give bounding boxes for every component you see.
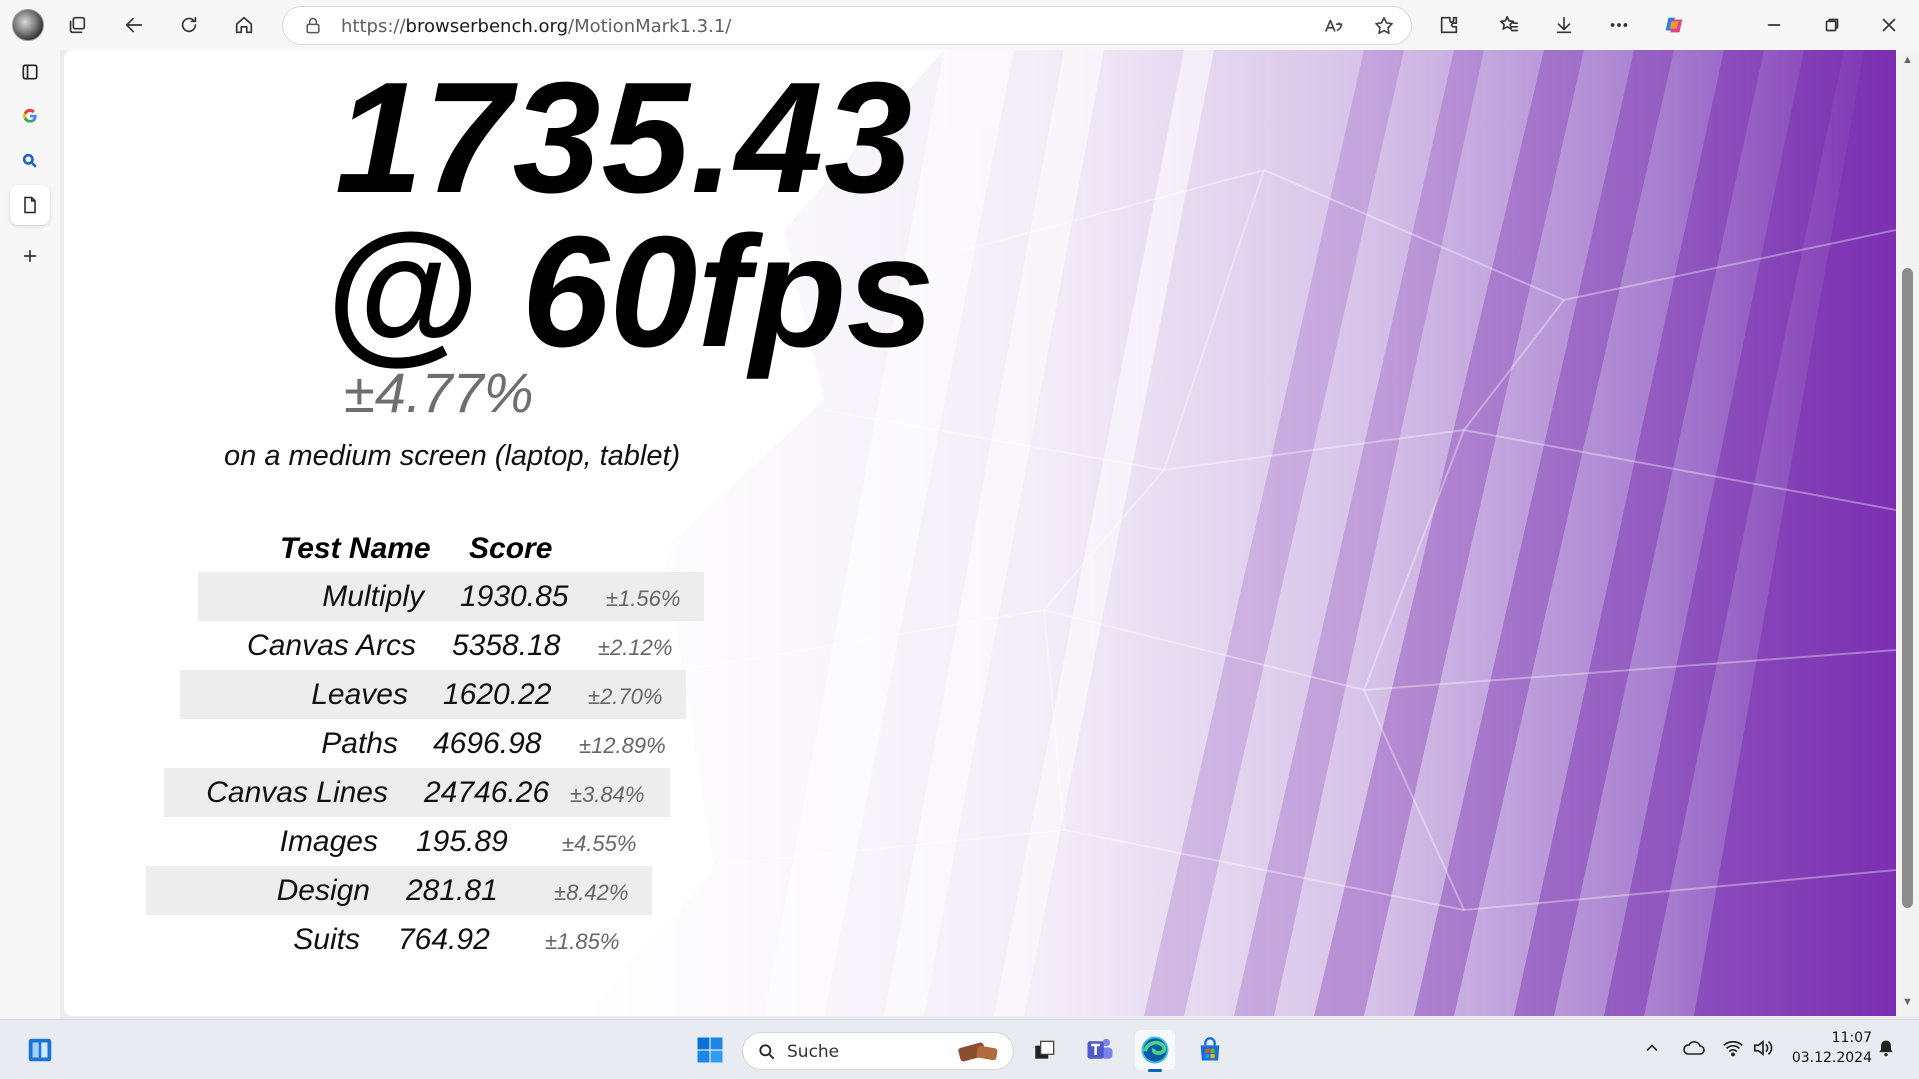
active-app-indicator bbox=[1148, 1069, 1162, 1072]
add-icon[interactable] bbox=[10, 236, 50, 276]
fps-label: @ 60fps bbox=[323, 204, 935, 380]
test-name: Suits bbox=[293, 923, 360, 956]
search-placeholder: Suche bbox=[787, 1042, 840, 1062]
home-icon[interactable] bbox=[225, 6, 263, 44]
clock-date: 03.12.2024 bbox=[1791, 1050, 1872, 1066]
search-highlight-icon bbox=[958, 1042, 998, 1062]
teams-icon[interactable] bbox=[1080, 1030, 1120, 1070]
back-icon[interactable] bbox=[115, 6, 153, 44]
test-score: 5358.18 bbox=[452, 629, 561, 662]
scroll-up-arrow-icon[interactable]: ▲ bbox=[1901, 54, 1914, 67]
address-bar[interactable]: https://browserbench.org/MotionMark1.3.1… bbox=[282, 6, 1412, 45]
extensions-icon[interactable] bbox=[1430, 6, 1468, 44]
profile-avatar[interactable] bbox=[12, 9, 44, 41]
chevron-up-icon[interactable] bbox=[1642, 1038, 1662, 1058]
reload-icon[interactable] bbox=[170, 6, 208, 44]
start-menu-icon[interactable] bbox=[690, 1030, 730, 1070]
test-error: ±3.84% bbox=[570, 782, 645, 807]
test-score: 281.81 bbox=[406, 874, 498, 907]
screen-size-note: on a medium screen (laptop, tablet) bbox=[224, 440, 681, 472]
taskbar-search-box[interactable]: Suche bbox=[742, 1032, 1014, 1070]
browser-sidebar bbox=[0, 50, 60, 1020]
test-score: 764.92 bbox=[398, 923, 490, 956]
onedrive-cloud-icon[interactable] bbox=[1682, 1038, 1706, 1058]
downloads-icon[interactable] bbox=[1545, 6, 1583, 44]
test-error: ±1.85% bbox=[545, 929, 620, 954]
clock-time: 11:07 bbox=[1831, 1030, 1872, 1046]
test-name: Canvas Arcs bbox=[247, 629, 416, 662]
test-name: Leaves bbox=[311, 678, 408, 711]
scrollbar-thumb[interactable] bbox=[1902, 268, 1913, 908]
search-icon[interactable] bbox=[10, 141, 50, 181]
vertical-scrollbar[interactable]: ▲ ▼ bbox=[1896, 50, 1919, 1016]
lock-icon[interactable] bbox=[303, 16, 323, 36]
test-name: Canvas Lines bbox=[206, 776, 388, 809]
notification-bell-icon[interactable] bbox=[1876, 1038, 1896, 1058]
browser-toolbar: https://browserbench.org/MotionMark1.3.1… bbox=[0, 0, 1919, 50]
header-score: Score bbox=[469, 532, 553, 565]
test-name: Multiply bbox=[322, 580, 424, 613]
test-error: ±2.70% bbox=[588, 684, 663, 709]
test-error: ±8.42% bbox=[554, 880, 629, 905]
workspaces-icon[interactable] bbox=[58, 6, 96, 44]
search-icon bbox=[759, 1044, 775, 1060]
url-prefix: https:// bbox=[341, 16, 406, 37]
system-clock[interactable]: 11:07 03.12.2024 bbox=[1782, 1028, 1872, 1068]
scroll-down-arrow-icon[interactable]: ▼ bbox=[1901, 996, 1914, 1009]
restore-icon[interactable] bbox=[1813, 6, 1851, 44]
test-score: 4696.98 bbox=[433, 727, 542, 760]
test-error: ±12.89% bbox=[579, 733, 666, 758]
test-score: 24746.26 bbox=[424, 776, 550, 809]
more-options-icon[interactable] bbox=[1600, 6, 1638, 44]
favorite-star-icon[interactable] bbox=[1373, 15, 1395, 37]
tab-actions-icon[interactable] bbox=[10, 52, 50, 92]
test-name: Images bbox=[279, 825, 378, 858]
microsoft-store-icon[interactable] bbox=[1190, 1030, 1230, 1070]
test-name: Paths bbox=[321, 727, 398, 760]
close-icon[interactable] bbox=[1870, 6, 1908, 44]
test-name: Design bbox=[276, 874, 370, 907]
copilot-icon[interactable] bbox=[1655, 6, 1693, 44]
wifi-icon[interactable] bbox=[1722, 1038, 1744, 1058]
test-error: ±2.12% bbox=[598, 635, 673, 660]
test-error: ±4.55% bbox=[562, 831, 637, 856]
overall-score: 1735.43 bbox=[334, 50, 914, 226]
widgets-icon[interactable] bbox=[20, 1030, 60, 1070]
read-aloud-icon[interactable] bbox=[1323, 15, 1345, 37]
test-score: 1930.85 bbox=[460, 580, 569, 613]
minimize-icon[interactable] bbox=[1755, 6, 1793, 44]
test-score: 1620.22 bbox=[443, 678, 552, 711]
volume-icon[interactable] bbox=[1752, 1038, 1774, 1058]
url-host: browserbench.org bbox=[405, 16, 569, 37]
url-text[interactable]: https://browserbench.org/MotionMark1.3.1… bbox=[341, 16, 731, 37]
page-viewport: 1735.43 @ 60fps ±4.77% on a medium scree… bbox=[64, 50, 1896, 1016]
test-score: 195.89 bbox=[416, 825, 508, 858]
score-margin: ±4.77% bbox=[344, 361, 534, 424]
document-icon[interactable] bbox=[10, 185, 50, 225]
favorites-icon[interactable] bbox=[1490, 6, 1528, 44]
test-error: ±1.56% bbox=[606, 586, 681, 611]
header-test-name: Test Name bbox=[280, 532, 431, 565]
edge-taskbar-icon[interactable] bbox=[1135, 1030, 1175, 1072]
task-view-icon[interactable] bbox=[1025, 1030, 1065, 1070]
windows-taskbar: Suche 11:07 03.12.2024 bbox=[0, 1019, 1919, 1079]
google-icon[interactable] bbox=[10, 96, 50, 136]
url-path: /MotionMark1.3.1/ bbox=[568, 16, 732, 37]
